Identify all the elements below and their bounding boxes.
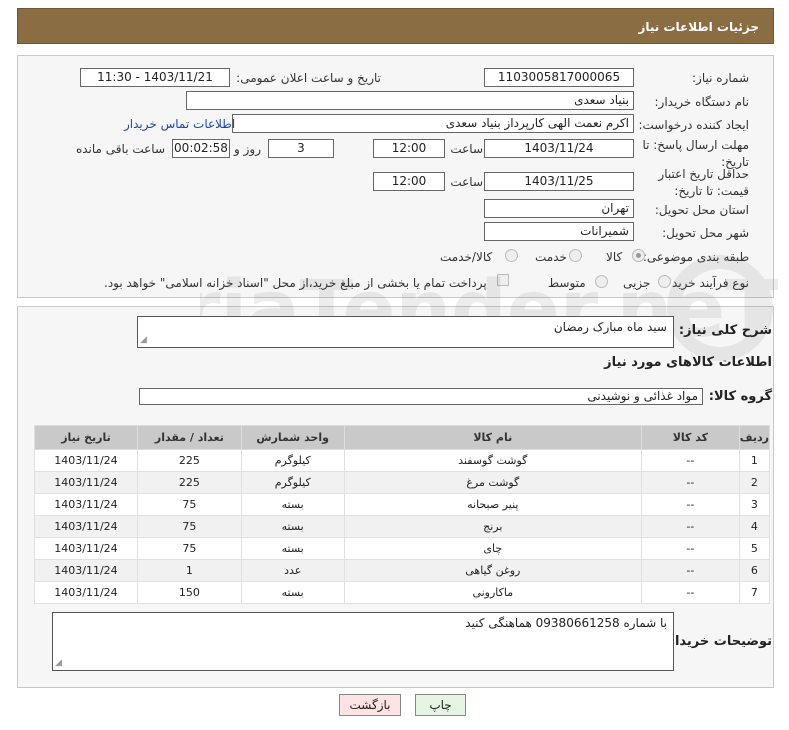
resize-grip-icon: ◢ xyxy=(55,658,62,668)
page-header: جزئیات اطلاعات نیاز xyxy=(17,8,774,44)
cell-code: -- xyxy=(640,471,740,494)
cell-unit: بسته xyxy=(240,581,345,604)
cell-name: ماکارونی xyxy=(343,581,642,604)
col-qty-header: تعداد / مقدار xyxy=(136,425,242,450)
items-heading: اطلاعات کالاهای مورد نیاز xyxy=(604,355,772,370)
price-time-field: 12:00 xyxy=(373,172,445,191)
cell-name: روغن گیاهی xyxy=(343,559,642,582)
cell-row: 1 xyxy=(738,449,771,472)
days-label: روز و xyxy=(234,142,261,156)
remaining-label: ساعت باقی مانده xyxy=(75,142,165,156)
print-button[interactable]: چاپ xyxy=(415,694,466,716)
cell-date: 1403/11/24 xyxy=(34,493,138,516)
announce-field: 1403/11/21 - 11:30 xyxy=(80,68,230,87)
cell-date: 1403/11/24 xyxy=(34,449,138,472)
cell-qty: 225 xyxy=(136,449,242,472)
price-validity-label: حداقل تاریخ اعتبار قیمت: تا تاریخ: xyxy=(658,167,749,198)
col-code-header: کد کالا xyxy=(640,425,740,450)
cell-row: 4 xyxy=(738,515,771,538)
cell-qty: 1 xyxy=(136,559,242,582)
watermark-logo: AriaTender.neT xyxy=(200,255,778,361)
col-unit-header: واحد شمارش xyxy=(240,425,345,450)
cell-code: -- xyxy=(640,581,740,604)
province-label: استان محل تحویل: xyxy=(654,203,749,217)
cell-code: -- xyxy=(640,493,740,516)
cell-unit: عدد xyxy=(240,559,345,582)
province-field: تهران xyxy=(484,199,634,218)
cell-name: برنج xyxy=(343,515,642,538)
contact-info-link[interactable]: اطلاعات تماس خریدار xyxy=(124,117,235,131)
cell-date: 1403/11/24 xyxy=(34,559,138,582)
city-label: شهر محل تحویل: xyxy=(662,226,749,240)
cell-name: گوشت گوسفند xyxy=(343,449,642,472)
city-field: شمیرانات xyxy=(484,222,634,241)
cell-qty: 75 xyxy=(136,493,242,516)
items-table: ردیف کد کالا نام کالا واحد شمارش تعداد /… xyxy=(34,425,771,604)
cell-date: 1403/11/24 xyxy=(34,515,138,538)
table-row: 7 -- ماکارونی بسته 150 1403/11/24 xyxy=(34,581,771,604)
need-number-field: 1103005817000065 xyxy=(484,68,634,87)
summary-label: شرح کلی نیاز: xyxy=(678,323,772,338)
group-label: گروه کالا: xyxy=(708,389,772,404)
cell-qty: 150 xyxy=(136,581,242,604)
cell-row: 3 xyxy=(738,493,771,516)
cell-row: 5 xyxy=(738,537,771,560)
cell-row: 6 xyxy=(738,559,771,582)
table-row: 4 -- برنج بسته 75 1403/11/24 xyxy=(34,515,771,538)
cell-qty: 75 xyxy=(136,515,242,538)
cell-date: 1403/11/24 xyxy=(34,471,138,494)
resize-grip-icon: ◢ xyxy=(140,335,147,345)
table-row: 2 -- گوشت مرغ کیلوگرم 225 1403/11/24 xyxy=(34,471,771,494)
creator-label: ایجاد کننده درخواست: xyxy=(638,118,749,132)
cell-code: -- xyxy=(640,449,740,472)
cell-unit: کیلوگرم xyxy=(240,449,345,472)
cell-name: پنیر صبحانه xyxy=(343,493,642,516)
days-field: 3 xyxy=(268,139,334,158)
cell-name: چای xyxy=(343,537,642,560)
price-date-field: 1403/11/25 xyxy=(484,172,634,191)
cell-name: گوشت مرغ xyxy=(343,471,642,494)
page-title: جزئیات اطلاعات نیاز xyxy=(638,20,759,34)
announce-label: تاریخ و ساعت اعلان عمومی: xyxy=(236,71,381,85)
table-row: 5 -- چای بسته 75 1403/11/24 xyxy=(34,537,771,560)
cell-date: 1403/11/24 xyxy=(34,581,138,604)
buyer-notes-field: با شماره 09380661258 هماهنگی کنید ◢ xyxy=(52,612,674,671)
table-row: 6 -- روغن گیاهی عدد 1 1403/11/24 xyxy=(34,559,771,582)
cell-code: -- xyxy=(640,537,740,560)
buyer-org-field: بنیاد سعدی xyxy=(186,91,634,110)
price-time-label: ساعت xyxy=(450,175,483,189)
reply-time-label: ساعت xyxy=(450,142,483,156)
group-field: مواد غذائی و نوشیدنی xyxy=(139,388,703,405)
cell-row: 2 xyxy=(738,471,771,494)
table-row: 1 -- گوشت گوسفند کیلوگرم 225 1403/11/24 xyxy=(34,449,771,472)
cell-date: 1403/11/24 xyxy=(34,537,138,560)
cell-row: 7 xyxy=(738,581,771,604)
cell-code: -- xyxy=(640,559,740,582)
buyer-org-label: نام دستگاه خریدار: xyxy=(654,95,750,109)
creator-field: اکرم نعمت الهی کارپرداز بنیاد سعدی xyxy=(232,114,634,133)
remaining-time-field: 00:02:58 xyxy=(172,139,230,158)
cell-unit: کیلوگرم xyxy=(240,471,345,494)
table-row: 3 -- پنیر صبحانه بسته 75 1403/11/24 xyxy=(34,493,771,516)
cell-unit: بسته xyxy=(240,537,345,560)
reply-date-field: 1403/11/24 xyxy=(484,139,634,158)
cell-unit: بسته xyxy=(240,493,345,516)
buyer-notes-text: با شماره 09380661258 هماهنگی کنید xyxy=(465,616,667,630)
table-header-row: ردیف کد کالا نام کالا واحد شمارش تعداد /… xyxy=(34,425,771,450)
col-row-header: ردیف xyxy=(738,425,771,450)
cell-unit: بسته xyxy=(240,515,345,538)
cell-qty: 75 xyxy=(136,537,242,560)
buyer-notes-label: توضیحات خریدار: xyxy=(662,634,772,649)
cell-code: -- xyxy=(640,515,740,538)
back-button[interactable]: بازگشت xyxy=(339,694,401,716)
reply-time-field: 12:00 xyxy=(373,139,445,158)
cell-qty: 225 xyxy=(136,471,242,494)
col-name-header: نام کالا xyxy=(343,425,642,450)
summary-text: سبد ماه مبارک رمضان xyxy=(553,320,667,334)
col-date-header: تاریخ نیاز xyxy=(34,425,138,450)
need-number-label: شماره نیاز: xyxy=(692,71,749,85)
summary-field: سبد ماه مبارک رمضان ◢ xyxy=(137,316,674,348)
